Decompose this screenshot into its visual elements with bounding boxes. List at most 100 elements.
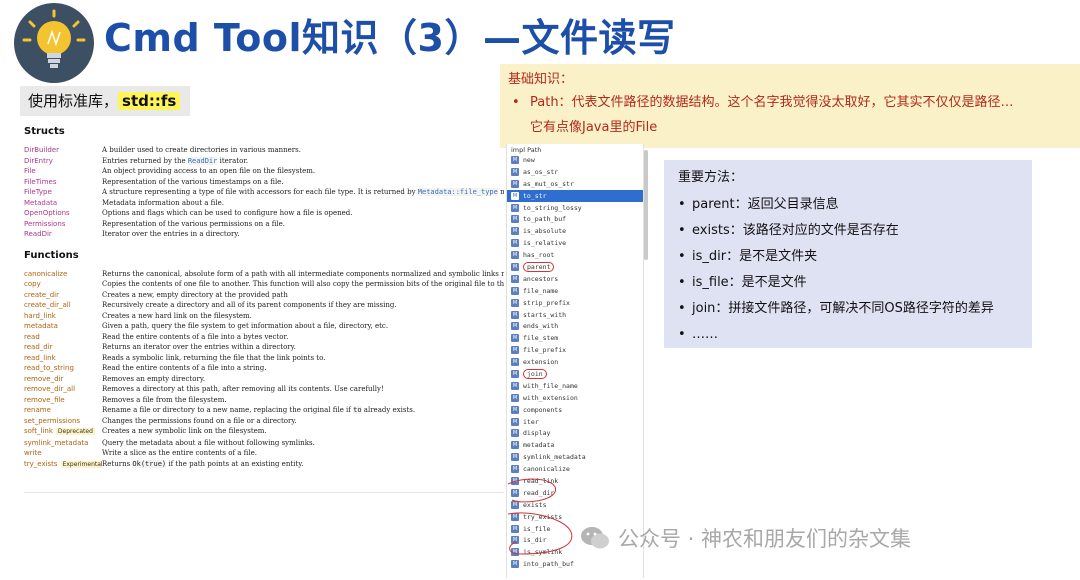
impl-method-label: parent	[523, 261, 555, 272]
impl-scrollbar[interactable]	[644, 150, 648, 260]
func-row: canonicalize Returns the canonical, absol…	[24, 269, 504, 280]
impl-method-symlink-metadata[interactable]: Msymlink_metadata	[507, 451, 643, 463]
impl-method-new[interactable]: Mnew	[507, 154, 643, 166]
func-row: set_permissions Changes the permissions f…	[24, 416, 504, 427]
impl-method-label: is_dir	[523, 536, 547, 545]
method-item-is-dir: is_dir：是不是文件夹	[672, 244, 1024, 270]
impl-method-components[interactable]: Mcomponents	[507, 404, 643, 416]
impl-method-with-extension[interactable]: Mwith_extension	[507, 392, 643, 404]
struct-row: DirBuilder A builder used to create direc…	[24, 145, 504, 156]
struct-name-link[interactable]: DirBuilder	[24, 145, 102, 156]
impl-method-read-dir[interactable]: Mread_dir	[507, 487, 643, 499]
impl-method-as-os-str[interactable]: Mas_os_str	[507, 166, 643, 178]
impl-method-ends-with[interactable]: Mends_with	[507, 320, 643, 332]
func-name-link[interactable]: read_link	[24, 353, 102, 364]
impl-method-into-path-buf[interactable]: Minto_path_buf	[507, 558, 643, 570]
std-label-prefix: 使用标准库，	[28, 92, 119, 110]
method-item-ellipsis: ……	[672, 322, 1024, 348]
impl-method-file-prefix[interactable]: Mfile_prefix	[507, 344, 643, 356]
struct-name-link[interactable]: Metadata	[24, 198, 102, 209]
struct-name-link[interactable]: FileType	[24, 187, 102, 198]
impl-method-ancestors[interactable]: Mancestors	[507, 273, 643, 285]
impl-method-has-root[interactable]: Mhas_root	[507, 249, 643, 261]
func-description: Reads a symbolic link, returning the fil…	[102, 353, 326, 362]
impl-method-as-mut-os-str[interactable]: Mas_mut_os_str	[507, 178, 643, 190]
func-name-link[interactable]: try_exists Experimental	[24, 459, 102, 471]
func-row: create_dir_all Recursively create a direc…	[24, 300, 504, 311]
struct-name-link[interactable]: FileTimes	[24, 177, 102, 188]
impl-method-label: extension	[523, 358, 559, 367]
func-name-link[interactable]: soft_link Deprecated	[24, 426, 102, 438]
func-name-link[interactable]: read	[24, 332, 102, 343]
func-name-link[interactable]: create_dir_all	[24, 300, 102, 311]
func-description: Changes the permissions found on a file …	[102, 416, 297, 425]
func-name-link[interactable]: remove_file	[24, 395, 102, 406]
impl-method-metadata[interactable]: Mmetadata	[507, 439, 643, 451]
impl-method-to-str[interactable]: Mto_str	[507, 189, 643, 202]
func-name-link[interactable]: rename	[24, 405, 102, 416]
method-badge-icon: M	[511, 441, 519, 450]
impl-method-label: file_prefix	[523, 346, 567, 355]
struct-description: Iterator over the entries in a directory…	[102, 230, 240, 238]
func-row: rename Rename a file or directory to a ne…	[24, 405, 504, 416]
struct-description: Metadata information about a file.	[102, 198, 224, 207]
func-description: Removes a directory at this path, after …	[102, 385, 384, 393]
struct-name-link[interactable]: File	[24, 166, 102, 177]
struct-name-link[interactable]: Permissions	[24, 219, 102, 230]
method-badge-icon: M	[511, 476, 519, 485]
func-name-link[interactable]: canonicalize	[24, 269, 102, 280]
impl-method-is-relative[interactable]: Mis_relative	[507, 237, 643, 249]
func-description: Returns an iterator over the entries wit…	[102, 343, 296, 351]
method-badge-icon: M	[511, 274, 519, 283]
impl-method-parent[interactable]: Mparent	[507, 261, 643, 273]
impl-method-with-file-name[interactable]: Mwith_file_name	[507, 380, 643, 392]
func-description: Returns Ok(true) if the path points at a…	[102, 459, 304, 468]
struct-code: ReadDir	[187, 156, 218, 165]
struct-name-link[interactable]: DirEntry	[24, 156, 102, 167]
impl-method-iter[interactable]: Miter	[507, 416, 643, 428]
func-name-link[interactable]: remove_dir_all	[24, 384, 102, 395]
impl-method-label: file_name	[523, 286, 559, 295]
impl-method-is-absolute[interactable]: Mis_absolute	[507, 225, 643, 237]
struct-name-link[interactable]: ReadDir	[24, 229, 102, 240]
func-name-link[interactable]: copy	[24, 279, 102, 290]
func-row: write Write a slice as the entire content…	[24, 448, 504, 459]
method-badge-icon: M	[511, 536, 519, 545]
func-name-link[interactable]: hard_link	[24, 311, 102, 322]
func-name-link[interactable]: symlink_metadata	[24, 438, 102, 449]
method-badge-icon: M	[511, 417, 519, 426]
struct-name-link[interactable]: OpenOptions	[24, 208, 102, 219]
impl-method-canonicalize[interactable]: Mcanonicalize	[507, 463, 643, 475]
impl-method-label: has_root	[523, 251, 555, 260]
impl-method-join[interactable]: Mjoin	[507, 368, 643, 380]
wechat-icon	[581, 527, 609, 549]
impl-method-label: file_stem	[523, 334, 559, 343]
func-name-link[interactable]: read_to_string	[24, 363, 102, 374]
func-name-link[interactable]: metadata	[24, 321, 102, 332]
impl-method-label: into_path_buf	[523, 560, 574, 569]
impl-method-label: display	[523, 429, 551, 438]
impl-method-label: with_file_name	[523, 381, 578, 390]
impl-method-file-name[interactable]: Mfile_name	[507, 285, 643, 297]
impl-method-strip-prefix[interactable]: Mstrip_prefix	[507, 297, 643, 309]
impl-method-display[interactable]: Mdisplay	[507, 427, 643, 439]
impl-method-to-string-lossy[interactable]: Mto_string_lossy	[507, 202, 643, 214]
func-name-link[interactable]: set_permissions	[24, 416, 102, 427]
func-name-link[interactable]: write	[24, 448, 102, 459]
impl-method-to-path-buf[interactable]: Mto_path_buf	[507, 213, 643, 225]
func-name-link[interactable]: create_dir	[24, 290, 102, 301]
struct-row: FileTimes Representation of the various t…	[24, 177, 504, 188]
method-badge-icon: M	[511, 346, 519, 355]
impl-method-read-link[interactable]: Mread_link	[507, 475, 643, 487]
struct-row: FileType A structure representing a type …	[24, 187, 504, 198]
impl-method-exists[interactable]: Mexists	[507, 499, 643, 511]
impl-method-file-stem[interactable]: Mfile_stem	[507, 332, 643, 344]
struct-row: OpenOptions Options and flags which can b…	[24, 208, 504, 219]
func-name-link[interactable]: remove_dir	[24, 374, 102, 385]
func-name-link[interactable]: read_dir	[24, 342, 102, 353]
impl-method-starts-with[interactable]: Mstarts_with	[507, 309, 643, 321]
method-badge-icon: M	[511, 548, 519, 557]
impl-method-extension[interactable]: Mextension	[507, 356, 643, 368]
basics-path-line-cont: 它有点像Java里的File	[530, 120, 658, 135]
impl-method-list: Mnew Mas_os_str Mas_mut_os_str Mto_str Mto_s…	[507, 154, 643, 570]
